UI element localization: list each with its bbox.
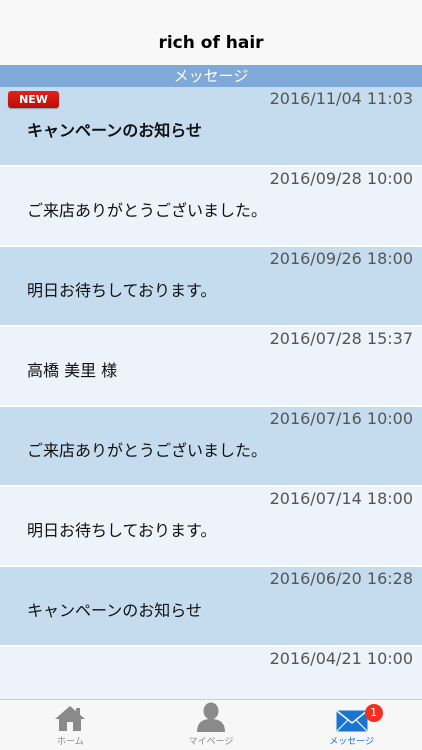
message-row[interactable]: 2016/04/21 10:00 — [0, 647, 422, 699]
message-list[interactable]: NEW 2016/11/04 11:03 キャンペーンのお知らせ 2016/09… — [0, 87, 422, 699]
message-date: 2016/07/16 10:00 — [269, 409, 413, 428]
tab-bar: ホーム マイページ 1 メッセージ — [0, 699, 422, 750]
person-icon — [197, 702, 225, 732]
message-subject: ご来店ありがとうございました。 — [27, 441, 268, 460]
tab-label: メッセージ — [329, 737, 375, 747]
home-icon — [55, 706, 86, 731]
message-row[interactable]: 2016/07/16 10:00 ご来店ありがとうございました。 — [0, 407, 422, 487]
tab-label: マイページ — [188, 737, 234, 747]
message-date: 2016/09/28 10:00 — [269, 169, 413, 188]
message-date: 2016/06/20 16:28 — [269, 569, 413, 588]
message-row[interactable]: 2016/09/26 18:00 明日お待ちしております。 — [0, 247, 422, 327]
message-date: 2016/09/26 18:00 — [269, 249, 413, 268]
message-row[interactable]: 2016/07/14 18:00 明日お待ちしております。 — [0, 487, 422, 567]
message-subject: 明日お待ちしております。 — [27, 521, 217, 540]
message-row[interactable]: 2016/06/20 16:28 キャンペーンのお知らせ — [0, 567, 422, 647]
message-subject: キャンペーンのお知らせ — [27, 121, 202, 140]
message-row[interactable]: NEW 2016/11/04 11:03 キャンペーンのお知らせ — [0, 87, 422, 167]
mail-icon — [336, 710, 368, 732]
message-date: 2016/04/21 10:00 — [269, 649, 413, 668]
message-subject: 明日お待ちしております。 — [27, 281, 217, 300]
navigation-bar: rich of hair — [0, 0, 422, 65]
message-date: 2016/11/04 11:03 — [269, 89, 413, 108]
tab-message[interactable]: 1 メッセージ — [281, 700, 422, 750]
message-subject: ご来店ありがとうございました。 — [27, 201, 268, 220]
message-row[interactable]: 2016/07/28 15:37 高橋 美里 様 — [0, 327, 422, 407]
page-title: rich of hair — [158, 33, 264, 53]
new-badge: NEW — [8, 91, 59, 108]
section-header: メッセージ — [0, 65, 422, 87]
tab-mypage[interactable]: マイページ — [141, 700, 282, 750]
message-subject: 高橋 美里 様 — [27, 361, 118, 380]
message-date: 2016/07/28 15:37 — [269, 329, 413, 348]
message-subject: キャンペーンのお知らせ — [27, 601, 202, 620]
unread-count-badge: 1 — [364, 704, 383, 722]
tab-label: ホーム — [56, 737, 84, 747]
tab-home[interactable]: ホーム — [0, 700, 141, 750]
message-row[interactable]: 2016/09/28 10:00 ご来店ありがとうございました。 — [0, 167, 422, 247]
message-date: 2016/07/14 18:00 — [269, 489, 413, 508]
